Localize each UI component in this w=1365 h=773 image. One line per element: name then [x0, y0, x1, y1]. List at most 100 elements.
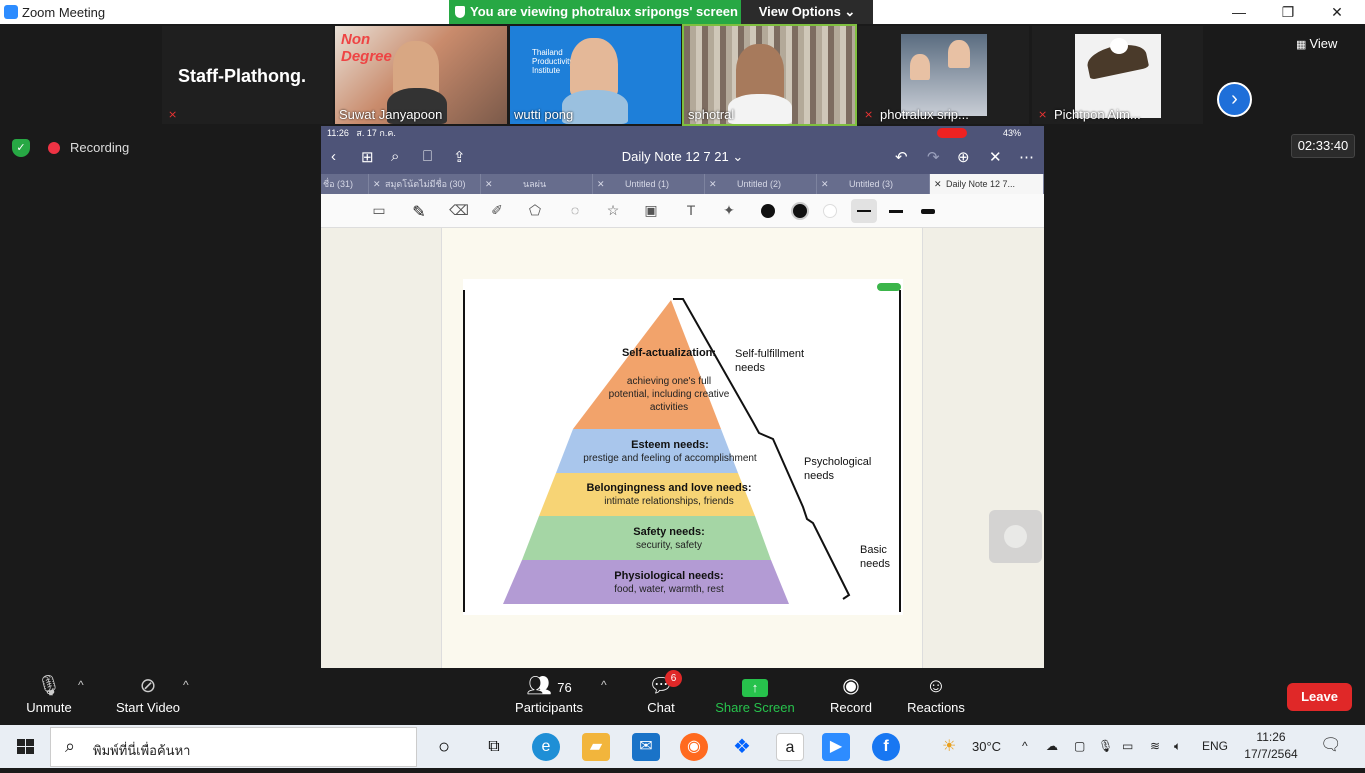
pen-tool-icon[interactable]: ✎ — [409, 202, 429, 221]
participant-tile[interactable]: ⨯ photralux srip... — [858, 26, 1029, 124]
leave-button[interactable]: Leave — [1287, 683, 1352, 711]
participant-tile-active[interactable]: sphotral — [682, 24, 857, 126]
view-button[interactable]: ▦ View — [1296, 32, 1356, 56]
record-indicator-icon — [937, 128, 967, 138]
close-tab-icon[interactable]: ✕ — [485, 174, 493, 194]
record-button[interactable]: ◉ Record — [824, 668, 878, 725]
eraser-icon[interactable]: ⌫ — [449, 202, 469, 220]
sticker-icon[interactable]: ☆ — [603, 202, 623, 220]
temperature[interactable]: 30°C — [972, 739, 1001, 754]
next-page-button[interactable]: › — [1217, 82, 1252, 117]
notifications-icon[interactable]: 🗨︎ — [1320, 735, 1342, 755]
share-screen-button[interactable]: ↑ Share Screen — [712, 668, 798, 725]
video-options-caret-icon[interactable]: ^ — [183, 678, 189, 692]
level-title: Physiological needs: — [614, 570, 724, 582]
shape-tool-icon[interactable]: ⬠ — [525, 202, 545, 220]
edge-icon[interactable]: e — [532, 733, 560, 761]
battery-icon[interactable]: ▭ — [1122, 739, 1133, 753]
dropbox-icon[interactable]: ❖ — [728, 733, 756, 761]
zoom-window-icon[interactable]: ▭ — [369, 202, 389, 220]
ipad-tab[interactable]: ✕ Untitled (1) — [593, 174, 705, 194]
reactions-button[interactable]: ☺ Reactions — [902, 668, 970, 725]
chevron-right-icon: › — [1231, 88, 1238, 110]
ipad-tab-active[interactable]: ✕ Daily Note 12 7... — [930, 174, 1044, 194]
participants-button[interactable]: 👥︎ 76 Participants — [508, 668, 590, 725]
show-hidden-icons-icon[interactable]: ^ — [1022, 739, 1028, 753]
mail-icon[interactable]: ✉ — [632, 733, 660, 761]
view-options-button[interactable]: View Options ⌄ — [741, 0, 873, 24]
highlighter-icon[interactable]: ✐ — [487, 202, 507, 220]
ipad-tab-label: Untitled (1) — [625, 179, 670, 189]
image-icon[interactable]: ▣ — [641, 202, 661, 220]
participant-tile[interactable]: Thailand Productivity Institute wutti pong — [510, 26, 681, 124]
undo-icon[interactable]: ↶ — [895, 148, 908, 166]
close-button[interactable]: ✕ — [1314, 0, 1360, 24]
level-subtitle: prestige and feeling of accomplishment — [583, 453, 757, 464]
participants-caret-icon[interactable]: ^ — [601, 678, 607, 692]
smiley-icon: ☺ — [925, 675, 947, 697]
text-tool-icon[interactable]: T — [681, 202, 701, 220]
more-icon[interactable]: ⋯ — [1019, 148, 1034, 166]
viewing-screen-text: You are viewing photralux sripongs' scre… — [470, 4, 738, 19]
minimize-button[interactable]: — — [1216, 0, 1262, 24]
unmute-button[interactable]: 🎙︎ Unmute — [14, 668, 84, 725]
close-tab-icon[interactable]: ✕ — [709, 174, 717, 194]
chat-button[interactable]: 💬︎ Chat 6 — [635, 668, 687, 725]
add-page-icon[interactable]: ⊕ — [957, 148, 970, 166]
microphone-icon[interactable]: 🎙︎ — [1098, 739, 1113, 753]
lasso-icon[interactable]: ◌ — [565, 202, 585, 220]
shared-screen[interactable]: 11:26 ส. 17 ก.ค. 43% ‹ ⊞ ⌕ ⎕ ⇪ Daily Not… — [321, 126, 1044, 668]
onedrive-icon[interactable]: ☁ — [1046, 739, 1058, 753]
group-label: Psychological — [804, 456, 872, 468]
audio-options-caret-icon[interactable]: ^ — [78, 678, 84, 692]
participants-icon-row: 👥︎ 76 — [508, 668, 590, 700]
laser-pointer-icon[interactable]: ✦ — [719, 202, 739, 220]
muted-mic-icon: ⨯ — [864, 109, 874, 121]
volume-icon[interactable]: 🔈︎ — [1174, 739, 1181, 754]
close-tab-icon[interactable]: ✕ — [597, 174, 605, 194]
color-white-swatch[interactable] — [823, 204, 837, 218]
color-black-selected-swatch[interactable] — [791, 202, 809, 220]
close-tab-icon[interactable]: ✕ — [373, 174, 381, 194]
recording-indicator[interactable]: Recording — [46, 138, 129, 158]
facebook-icon[interactable]: f — [872, 733, 900, 761]
weather-icon[interactable]: ☀ — [942, 736, 956, 756]
participant-tile[interactable]: ⨯ Pichtpon Aim... — [1032, 26, 1203, 124]
stroke-thin-button[interactable] — [851, 199, 877, 223]
color-black-swatch[interactable] — [761, 204, 775, 218]
muted-mic-icon: ⨯ — [1038, 109, 1048, 121]
maximize-button[interactable]: ❐ — [1265, 0, 1311, 24]
ipad-tab[interactable]: ✕ นลผ่น — [481, 174, 593, 194]
cortana-icon[interactable]: ○ — [430, 733, 458, 761]
ipad-tab[interactable]: ชื่อ (31) — [321, 174, 369, 194]
language-indicator[interactable]: ENG — [1202, 739, 1228, 753]
task-view-icon[interactable]: ⧉ — [480, 733, 508, 761]
video-off-icon: ⊘ — [139, 675, 157, 697]
ipad-tab[interactable]: ✕ Untitled (2) — [705, 174, 817, 194]
close-tab-icon[interactable]: ✕ — [821, 174, 829, 194]
encryption-shield-icon[interactable]: ✓ — [12, 139, 30, 157]
meeting-timer: 02:33:40 — [1291, 134, 1355, 158]
taskbar-search[interactable]: ⌕ พิมพ์ที่นี่เพื่อค้นหา — [50, 727, 417, 767]
stroke-medium-button[interactable] — [889, 210, 903, 213]
ipad-tab-label: นลผ่น — [523, 179, 547, 189]
file-explorer-icon[interactable]: ▰ — [582, 733, 610, 761]
start-button[interactable] — [0, 725, 50, 768]
close-icon[interactable]: ✕ — [989, 148, 1002, 166]
zoom-taskbar-icon[interactable]: ▶ — [822, 733, 850, 761]
redo-icon[interactable]: ↷ — [927, 148, 940, 166]
close-tab-icon[interactable]: ✕ — [934, 174, 942, 194]
participant-tile[interactable]: Staff-Plathong. ⨯ — [162, 26, 333, 124]
participant-tile[interactable]: Non Degree Suwat Janyapoon — [335, 26, 507, 124]
meet-now-icon[interactable]: ▢ — [1074, 739, 1085, 753]
amazon-icon[interactable]: a — [776, 733, 804, 761]
level-title: Esteem needs: — [631, 439, 709, 451]
ipad-tab[interactable]: ✕ สมุดโน้ตไม่มีชื่อ (30) — [369, 174, 481, 194]
ipad-tab[interactable]: ✕ Untitled (3) — [817, 174, 930, 194]
wifi-icon[interactable]: ≋ — [1150, 739, 1160, 753]
firefox-icon[interactable]: ◉ — [680, 733, 708, 761]
start-video-button[interactable]: ⊘ Start Video — [108, 668, 188, 725]
assistive-touch-button[interactable] — [989, 510, 1042, 563]
stroke-thick-button[interactable] — [921, 209, 935, 214]
taskbar-clock[interactable]: 11:26 17/7/2564 — [1236, 729, 1306, 763]
